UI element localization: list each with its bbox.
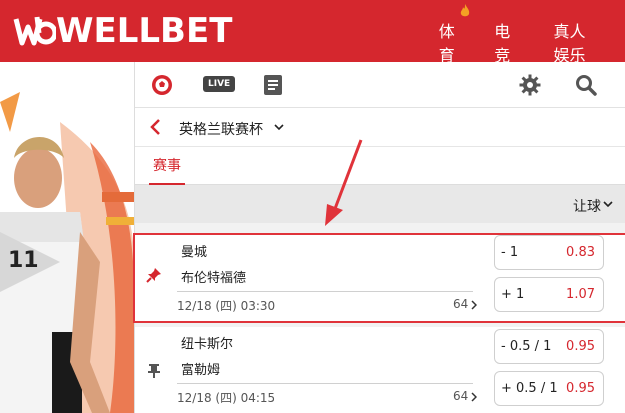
back-arrow-icon[interactable] <box>149 119 161 135</box>
hero-player-image: 11 <box>0 62 134 413</box>
logo-mark-icon <box>13 16 56 46</box>
player-illustration: 11 <box>0 62 134 413</box>
tab-matches[interactable]: 赛事 <box>153 155 181 175</box>
market-selector-bar: 让球 <box>135 185 625 223</box>
odds-handicap: - 1 <box>501 245 519 260</box>
chevron-down-icon[interactable] <box>603 201 613 208</box>
match-datetime: 12/18 (四) 04:15 <box>177 391 276 405</box>
gear-icon[interactable] <box>519 74 541 96</box>
chevron-right-icon[interactable] <box>471 392 477 402</box>
odds-value: 0.95 <box>566 381 595 396</box>
nav-label: 电竞 <box>494 22 511 65</box>
odds-button[interactable]: - 0.5 / 1 0.95 <box>494 329 604 364</box>
wellbet-logo[interactable]: WELLBET <box>12 10 232 52</box>
soccer-ball-icon[interactable] <box>151 74 173 96</box>
odds-value: 1.07 <box>566 287 595 302</box>
flame-icon <box>460 4 470 17</box>
nav-label: 真人娱乐 <box>553 22 586 65</box>
sports-toolbar: LIVE <box>135 62 625 108</box>
list-icon[interactable] <box>263 74 283 96</box>
odds-button[interactable]: - 1 0.83 <box>494 235 604 270</box>
away-team: 布伦特福德 <box>181 271 247 286</box>
nav-item-live-casino[interactable]: 真人娱乐 <box>546 18 593 80</box>
odds-value: 0.83 <box>566 245 595 260</box>
chevron-down-icon[interactable] <box>274 124 284 131</box>
away-team: 富勒姆 <box>181 363 221 378</box>
live-icon[interactable]: LIVE <box>203 76 236 92</box>
home-team: 纽卡斯尔 <box>181 337 234 352</box>
logo-text: WELLBET <box>56 11 233 51</box>
match-datetime: 12/18 (四) 03:30 <box>177 299 276 313</box>
nav-item-esports[interactable]: 电竞 <box>491 18 515 80</box>
more-markets-count[interactable]: 64 <box>453 297 468 311</box>
divider <box>177 291 473 292</box>
odds-button[interactable]: + 0.5 / 1 0.95 <box>494 371 604 406</box>
odds-handicap: + 1 <box>501 287 525 302</box>
nav-item-sports[interactable]: 体育 <box>435 4 470 80</box>
odds-button[interactable]: + 1 1.07 <box>494 277 604 312</box>
divider <box>177 383 473 384</box>
tab-bar: 赛事 <box>135 147 625 185</box>
more-markets-count[interactable]: 64 <box>453 389 468 403</box>
match-row[interactable]: 纽卡斯尔 富勒姆 12/18 (四) 04:15 64 - 0.5 / 1 0.… <box>135 327 625 413</box>
sportsbook-panel: LIVE 英格兰联赛杯 赛事 让球 曼城 布伦特福德 12/18 (四) 03:… <box>133 62 625 413</box>
nav-label: 体育 <box>438 22 455 65</box>
league-name[interactable]: 英格兰联赛杯 <box>179 119 263 139</box>
league-header: 英格兰联赛杯 <box>135 108 625 147</box>
annotation-arrow-icon <box>325 139 363 226</box>
search-icon[interactable] <box>575 74 597 96</box>
svg-text:11: 11 <box>8 248 39 273</box>
odds-handicap: + 0.5 / 1 <box>501 381 558 396</box>
chevron-right-icon[interactable] <box>471 300 477 310</box>
pin-icon[interactable] <box>146 267 162 283</box>
main-nav: 体育 电竞 真人娱乐 <box>435 4 625 80</box>
pin-icon[interactable] <box>146 363 162 379</box>
top-header: WELLBET 体育 电竞 真人娱乐 <box>0 0 625 80</box>
odds-handicap: - 0.5 / 1 <box>501 339 552 354</box>
match-row[interactable]: 曼城 布伦特福德 12/18 (四) 03:30 64 - 1 0.83 + 1… <box>133 233 625 323</box>
odds-value: 0.95 <box>566 339 595 354</box>
market-dropdown[interactable]: 让球 <box>573 196 601 216</box>
home-team: 曼城 <box>181 245 208 260</box>
